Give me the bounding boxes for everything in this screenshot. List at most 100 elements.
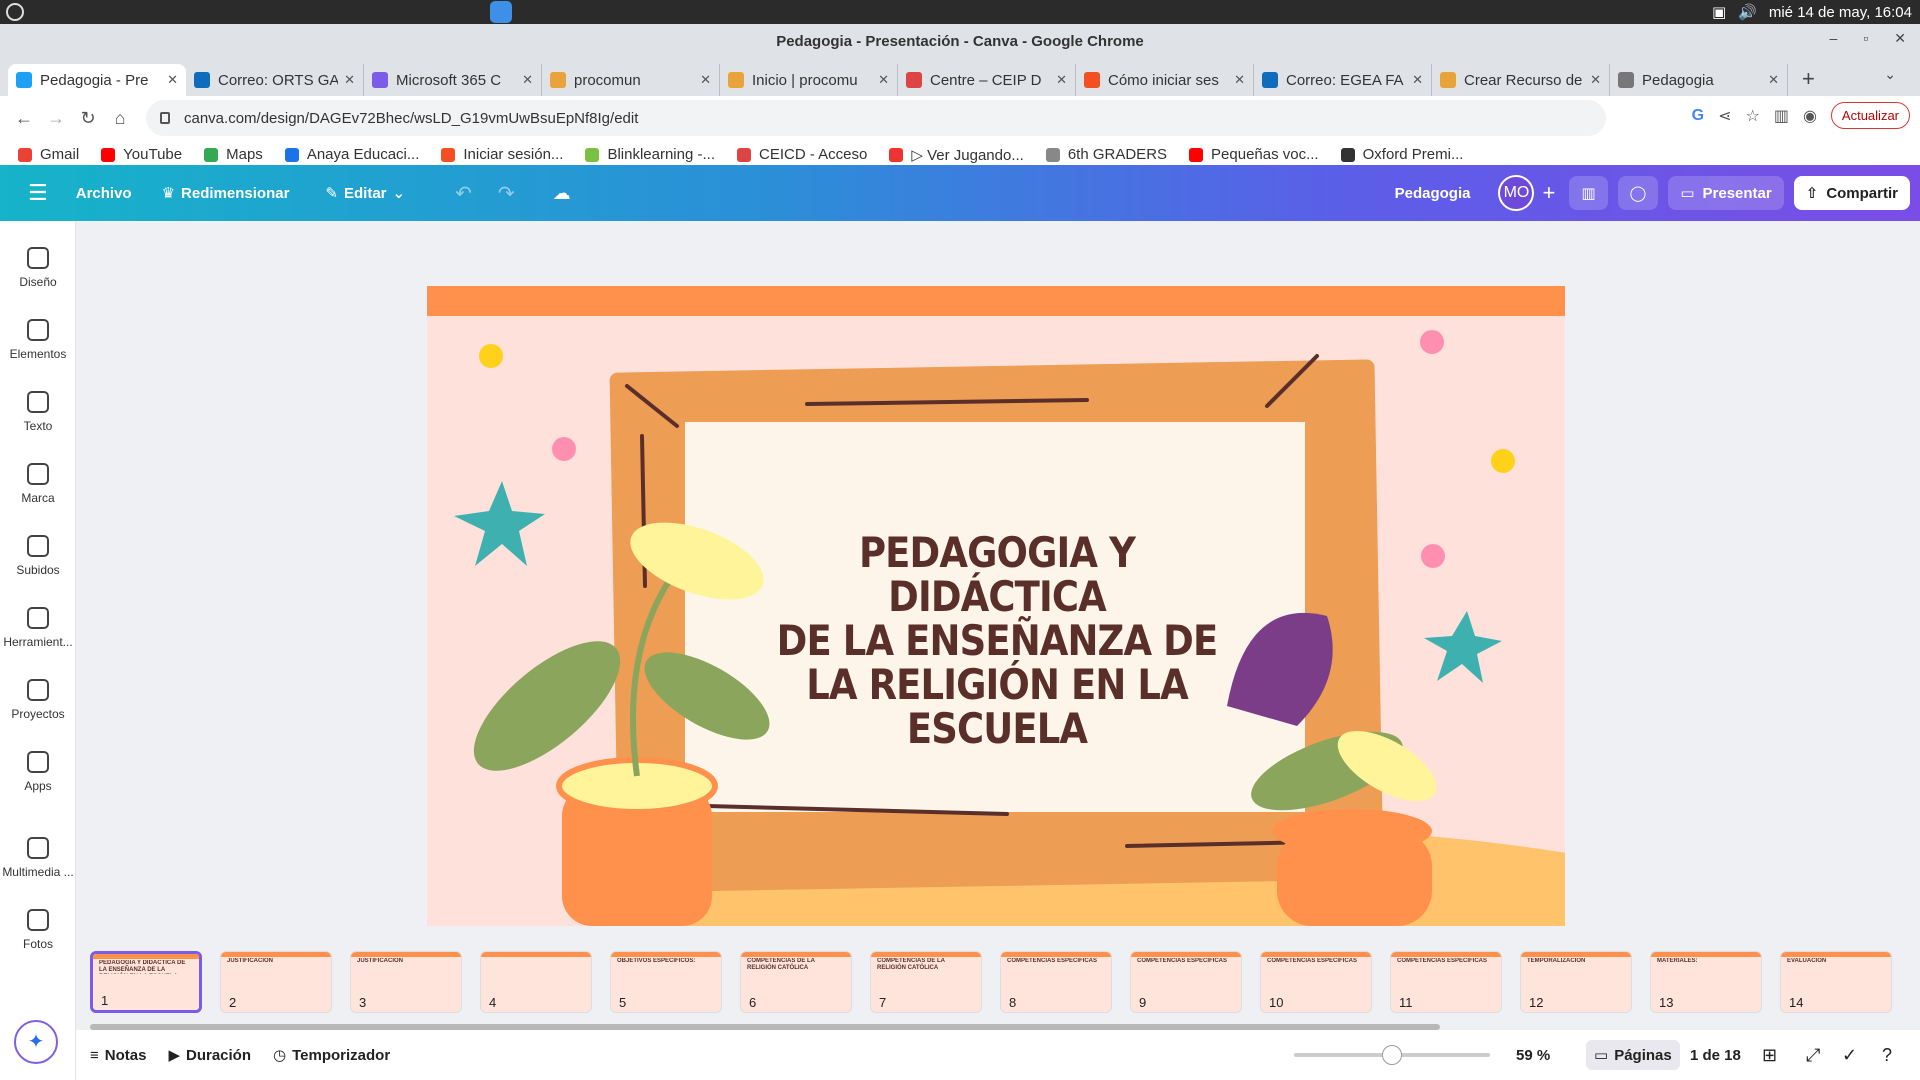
profile-icon[interactable]: ◉ — [1803, 106, 1817, 126]
tab-10[interactable]: Pedagogia ✕ — [1610, 64, 1788, 96]
screen-icon[interactable]: ▣ — [1712, 3, 1726, 21]
back-button[interactable]: ← — [8, 108, 40, 129]
tab-6[interactable]: Centre – CEIP D ✕ — [898, 64, 1076, 96]
archivo-menu[interactable]: Archivo — [76, 185, 132, 202]
bookmark-4[interactable]: Anaya Educaci... — [284, 146, 419, 163]
sidebar-item-7[interactable]: Proyectos — [0, 679, 76, 721]
bookmark-1[interactable]: Gmail — [18, 146, 79, 163]
sidebar-item-5[interactable]: Subidos — [0, 535, 76, 577]
menu-icon[interactable]: ☰ — [28, 180, 48, 206]
bookmark-5[interactable]: Iniciar sesión... — [441, 146, 563, 163]
tab-close-icon[interactable]: ✕ — [167, 72, 178, 88]
tab-close-icon[interactable]: ✕ — [344, 72, 355, 88]
add-collaborator-icon[interactable]: + — [1542, 180, 1555, 206]
sidebar-item-10[interactable]: Fotos — [0, 909, 76, 951]
tab-9[interactable]: Crear Recurso de ✕ — [1432, 64, 1610, 96]
volume-icon[interactable]: 🔊 — [1738, 3, 1757, 21]
tab-1[interactable]: Pedagogia - Pre ✕ — [8, 64, 186, 96]
slide-thumbnail-3[interactable]: JUSTIFICACIÓN 3 — [350, 951, 462, 1013]
tab-search-icon[interactable]: ⌄ — [1884, 66, 1896, 83]
bookmark-7[interactable]: CEICD - Acceso — [737, 146, 867, 163]
redo-icon[interactable]: ↷ — [498, 181, 515, 206]
tab-close-icon[interactable]: ✕ — [1234, 72, 1245, 88]
slide-thumbnail-4[interactable]: 4 — [480, 951, 592, 1013]
document-title[interactable]: Pedagogia — [1395, 185, 1471, 202]
sidebar-item-6[interactable]: Herramient... — [0, 607, 76, 649]
tab-7[interactable]: Cómo iniciar ses ✕ — [1076, 64, 1254, 96]
tab-close-icon[interactable]: ✕ — [1412, 72, 1423, 88]
update-button[interactable]: Actualizar — [1830, 102, 1910, 129]
slide-thumbnail-1[interactable]: PEDAGOGIA Y DIDÁCTICA DE LA ENSEÑANZA DE… — [90, 951, 202, 1013]
slide-thumbnail-5[interactable]: OBJETIVOS ESPECÍFICOS: 5 — [610, 951, 722, 1013]
bookmark-3[interactable]: Maps — [204, 146, 263, 163]
slide-thumbnail-13[interactable]: MATERIALES: 13 — [1650, 951, 1762, 1013]
maximize-button[interactable]: ▫ — [1863, 30, 1868, 47]
tab-close-icon[interactable]: ✕ — [700, 72, 711, 88]
address-bar[interactable]: canva.com/design/DAGEv72Bhec/wsLD_G19vmU… — [146, 100, 1606, 136]
compartir-button[interactable]: ⇧ Compartir — [1793, 176, 1910, 210]
home-button[interactable]: ⌂ — [104, 108, 136, 129]
forward-button[interactable]: → — [40, 108, 72, 129]
tab-close-icon[interactable]: ✕ — [1590, 72, 1601, 88]
avatar[interactable]: MO — [1498, 175, 1535, 211]
bookmark-8[interactable]: ▷ Ver Jugando... — [889, 146, 1024, 164]
zoom-slider[interactable] — [1294, 1045, 1490, 1065]
tab-5[interactable]: Inicio | procomu ✕ — [720, 64, 898, 96]
slide-1[interactable]: PEDAGOGIA Y DIDÁCTICA DE LA ENSEÑANZA DE… — [427, 286, 1565, 926]
notas-button[interactable]: ≡ Notas — [90, 1047, 146, 1064]
share-icon[interactable]: ⋖ — [1718, 106, 1731, 126]
sidebar-item-1[interactable]: Diseño — [0, 247, 76, 289]
undo-icon[interactable]: ↶ — [455, 181, 472, 206]
close-window-button[interactable]: ✕ — [1894, 30, 1906, 47]
clock[interactable]: mié 14 de may, 16:04 — [1769, 4, 1912, 21]
zoom-level[interactable]: 59 % — [1516, 1047, 1550, 1064]
bookmark-10[interactable]: Pequeñas voc... — [1189, 146, 1319, 163]
sidepanel-icon[interactable]: ▥ — [1774, 106, 1789, 126]
insights-icon[interactable]: ▥ — [1569, 176, 1608, 210]
check-icon[interactable]: ✓ — [1842, 1045, 1857, 1066]
reload-button[interactable]: ↻ — [72, 108, 104, 129]
tab-close-icon[interactable]: ✕ — [878, 72, 889, 88]
slide-thumbnail-12[interactable]: TEMPORALIZACIÓN 12 — [1520, 951, 1632, 1013]
tab-2[interactable]: Correo: ORTS GA ✕ — [186, 64, 364, 96]
duracion-button[interactable]: ▶ Duración — [168, 1046, 251, 1065]
slide-thumbnail-2[interactable]: JUSTIFICACIÓN 2 — [220, 951, 332, 1013]
magic-assistant-button[interactable]: ✦ — [14, 1020, 58, 1064]
sidebar-item-3[interactable]: Texto — [0, 391, 76, 433]
sidebar-item-9[interactable]: Multimedia ... — [0, 837, 76, 879]
activities-icon[interactable] — [6, 3, 24, 21]
cloud-app-icon[interactable] — [490, 1, 512, 23]
slide-thumbnail-7[interactable]: COMPETENCIAS DE LA RELIGIÓN CATÓLICA 7 — [870, 951, 982, 1013]
editar-button[interactable]: ✎ Editar ⌄ — [325, 184, 405, 203]
tab-close-icon[interactable]: ✕ — [1768, 72, 1779, 88]
zoom-slider-knob[interactable] — [1382, 1045, 1402, 1065]
bookmark-star-icon[interactable]: ☆ — [1745, 106, 1759, 126]
slide-thumbnail-11[interactable]: COMPETENCIAS ESPECÍFICAS 11 — [1390, 951, 1502, 1013]
slide-thumbnail-14[interactable]: EVALUACIÓN 14 — [1780, 951, 1892, 1013]
bookmark-9[interactable]: 6th GRADERS — [1045, 146, 1167, 163]
tab-3[interactable]: Microsoft 365 C ✕ — [364, 64, 542, 96]
presentar-button[interactable]: ▭ Presentar — [1668, 176, 1784, 210]
tab-4[interactable]: procomun ✕ — [542, 64, 720, 96]
slide-thumbnail-9[interactable]: COMPETENCIAS ESPECÍFICAS 9 — [1130, 951, 1242, 1013]
new-tab-button[interactable]: + — [1788, 66, 1829, 96]
slide-thumbnail-10[interactable]: COMPETENCIAS ESPECÍFICAS 10 — [1260, 951, 1372, 1013]
slide-thumbnail-6[interactable]: COMPETENCIAS DE LA RELIGIÓN CATÓLICA 6 — [740, 951, 852, 1013]
grid-view-icon[interactable]: ⊞ — [1762, 1045, 1777, 1066]
sidebar-item-2[interactable]: Elementos — [0, 319, 76, 361]
redimensionar-button[interactable]: ♛ Redimensionar — [162, 184, 290, 203]
help-icon[interactable]: ? — [1882, 1045, 1892, 1066]
fullscreen-icon[interactable]: ⤢ — [1806, 1045, 1820, 1066]
sidebar-item-4[interactable]: Marca — [0, 463, 76, 505]
minimize-button[interactable]: – — [1830, 30, 1838, 47]
temporizador-button[interactable]: ◷ Temporizador — [273, 1046, 390, 1065]
google-icon[interactable]: G — [1692, 107, 1704, 125]
bookmark-2[interactable]: YouTube — [101, 146, 182, 163]
bookmark-11[interactable]: Oxford Premi... — [1340, 146, 1463, 163]
slide-title[interactable]: PEDAGOGIA Y DIDÁCTICA DE LA ENSEÑANZA DE… — [759, 531, 1234, 751]
cloud-sync-icon[interactable]: ☁ — [553, 183, 571, 204]
slide-thumbnail-8[interactable]: COMPETENCIAS ESPECÍFICAS 8 — [1000, 951, 1112, 1013]
paginas-button[interactable]: ▭ Páginas — [1586, 1040, 1680, 1070]
tab-close-icon[interactable]: ✕ — [522, 72, 533, 88]
tab-8[interactable]: Correo: EGEA FA ✕ — [1254, 64, 1432, 96]
